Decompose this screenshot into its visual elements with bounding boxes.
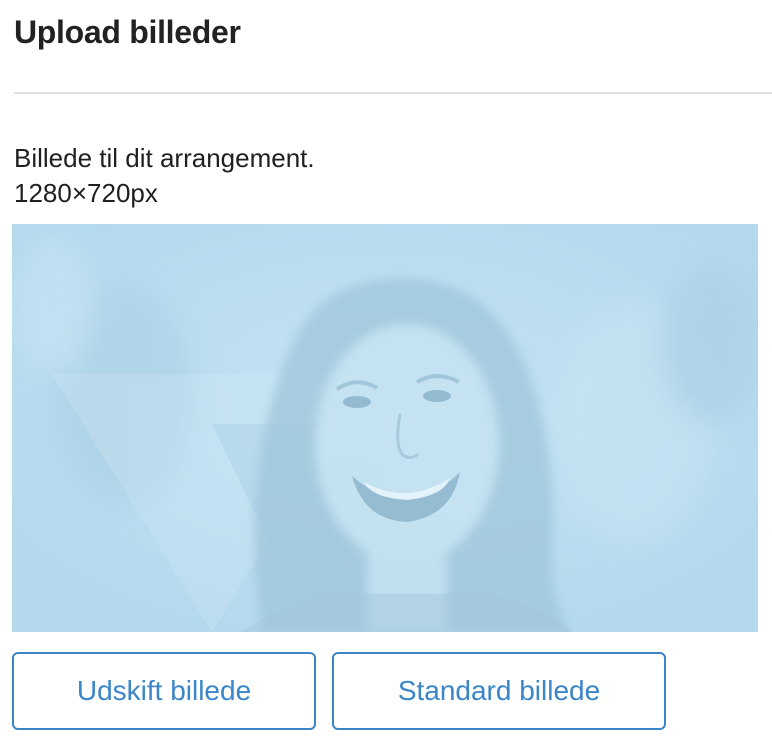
replace-image-button[interactable]: Udskift billede [12, 652, 316, 730]
event-image-preview [12, 224, 758, 632]
event-image [12, 224, 758, 632]
image-description: Billede til dit arrangement. 1280×720px [14, 141, 315, 211]
image-dimensions: 1280×720px [14, 178, 158, 208]
page-title: Upload billeder [14, 14, 241, 50]
divider [14, 92, 772, 94]
default-image-button[interactable]: Standard billede [332, 652, 666, 730]
description-text: Billede til dit arrangement. [14, 143, 315, 173]
